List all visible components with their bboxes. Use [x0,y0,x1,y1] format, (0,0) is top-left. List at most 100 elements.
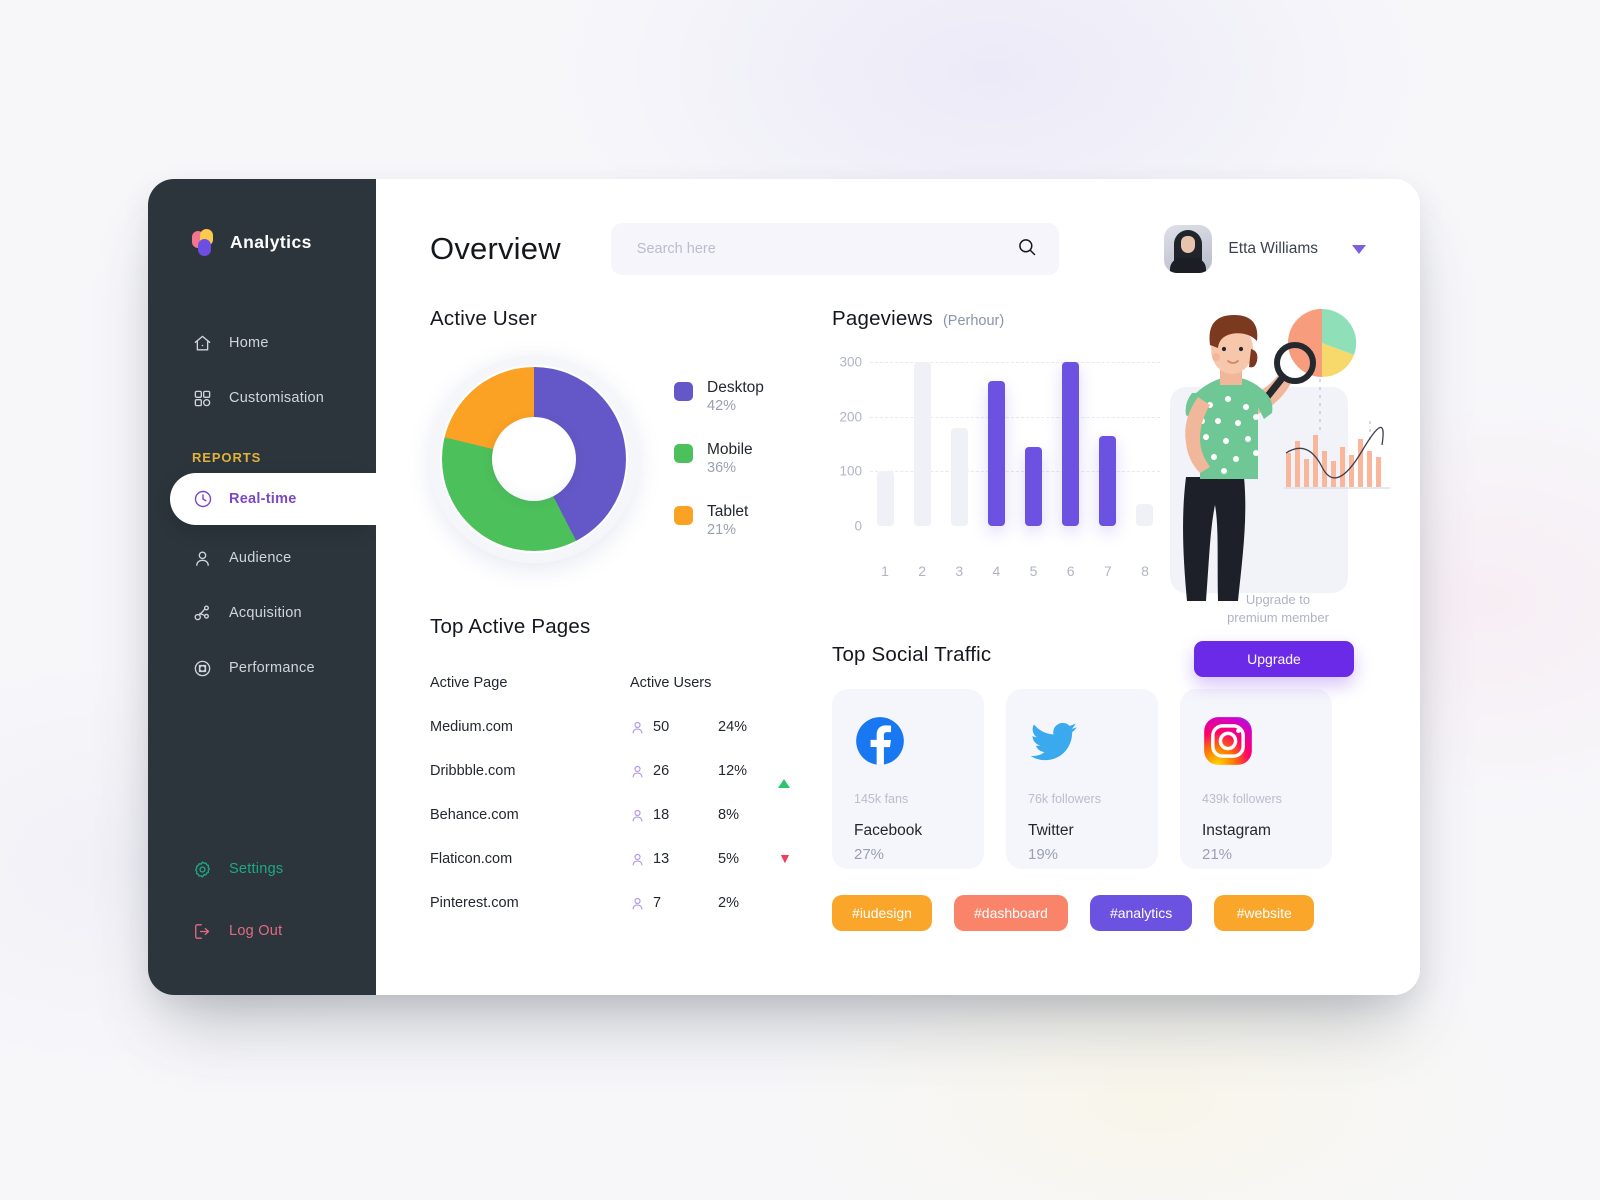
cell-users: 26 [630,763,718,779]
x-tick-label: 2 [918,563,927,579]
sidebar-item-label: Acquisition [229,605,302,621]
bar[interactable] [987,381,1005,526]
search-input[interactable] [636,241,1017,257]
user-icon [632,809,643,821]
social-name: Twitter [1028,822,1074,839]
legend-label: Desktop [707,379,764,396]
sidebar-item-performance[interactable]: Performance [148,646,376,690]
topbar: Overview Etta Williams [430,223,1366,275]
x-tick-label: 5 [1029,563,1038,579]
cell-page: Medium.com [430,719,513,735]
table-row[interactable]: Pinterest.com 7 2% [430,881,778,925]
legend-item-desktop: Desktop 42% [674,379,764,415]
social-followers: 439k followers [1202,792,1282,806]
cell-users-value: 7 [653,895,662,911]
sidebar-item-label: Real-time [229,491,297,507]
social-cards: 145k fans Facebook 27% 76k followers Twi… [832,689,1400,869]
cell-page: Dribbble.com [430,763,516,779]
sidebar-item-customisation[interactable]: Customisation [148,376,376,420]
y-tick-label: 200 [839,409,862,425]
bar[interactable] [876,471,894,526]
social-followers: 76k followers [1028,792,1101,806]
column-header-page: Active Page [430,675,508,691]
sidebar-item-label: Log Out [229,923,283,939]
home-icon [192,333,213,354]
bars [870,351,1160,526]
table-row[interactable]: Medium.com 50 24% [430,705,778,749]
hashtag-pill[interactable]: #iudesign [832,895,932,931]
bar[interactable] [1099,435,1117,526]
bar-column[interactable] [944,351,974,526]
bar-column[interactable] [1056,351,1086,526]
donut-hole [492,417,576,501]
content-grid: Active User Desktop 42% Mobile 36% Table… [430,307,1390,931]
user-icon [632,897,643,909]
sidebar-item-settings[interactable]: Settings [148,847,376,891]
bar-column[interactable] [870,351,900,526]
hashtag-pill[interactable]: #dashboard [954,895,1068,931]
legend-item-mobile: Mobile 36% [674,441,764,477]
search-bar[interactable] [610,223,1059,275]
bar[interactable] [913,361,931,526]
upgrade-button[interactable]: Upgrade [1194,641,1354,677]
pageviews-chart: 0 100 200 300 1 2 3 4 5 6 7 8 [832,331,1162,591]
bar-chart: 0 100 200 300 [832,351,1162,551]
bar[interactable] [1025,446,1043,526]
trend-down-icon: ▼ [778,850,792,866]
bar[interactable] [1062,361,1080,526]
cell-percentage: 12% [718,763,748,779]
sidebar-item-audience[interactable]: Audience [148,536,376,580]
table-header-row: Active Page Active Users [430,661,778,705]
active-user-title: Active User [430,307,538,330]
user-menu[interactable]: Etta Williams [1164,225,1366,273]
sidebar-item-label: Performance [229,660,315,676]
social-card-twitter[interactable]: 76k followers Twitter 19% [1006,689,1158,869]
top-pages-title: Top Active Pages [430,615,591,638]
plot-area [870,351,1160,526]
user-icon [192,548,213,569]
table-row[interactable]: Dribbble.com 26 12% [430,749,790,793]
sidebar-item-real-time[interactable]: Real-time [170,473,384,525]
donut-chart [430,355,638,563]
page-title: Overview [430,231,561,266]
table-row[interactable]: Flaticon.com 13 5% ▼ [430,837,792,881]
brand-name: Analytics [230,231,312,252]
sidebar-item-home[interactable]: Home [148,321,376,365]
x-tick-label: 1 [881,563,889,579]
hashtag-pill[interactable]: #website [1214,895,1315,931]
social-name: Instagram [1202,822,1271,839]
cell-page: Pinterest.com [430,895,519,911]
bar-column[interactable] [1130,351,1160,526]
sidebar: Analytics Home Customisation REPORTS Rea… [148,179,384,995]
bar-column[interactable] [907,351,937,526]
table-row[interactable]: Behance.com 18 8% [430,793,778,837]
social-card-facebook[interactable]: 145k fans Facebook 27% [832,689,984,869]
bar-column[interactable] [1019,351,1049,526]
active-user-chart: Desktop 42% Mobile 36% Tablet 21% [430,355,830,563]
social-followers: 145k fans [854,792,909,806]
y-tick-label: 100 [839,463,862,479]
cell-trend: ▼ [778,850,802,868]
bar[interactable] [950,427,968,526]
cell-percentage: 5% [718,851,739,867]
promo-line-1: Upgrade to [1245,592,1311,607]
x-tick-label: 7 [1103,563,1112,579]
analyst-illustration [1183,308,1390,601]
sidebar-item-logout[interactable]: Log Out [148,909,376,953]
search-icon[interactable] [1017,237,1037,262]
bar-column[interactable] [981,351,1011,526]
bar[interactable] [1136,504,1154,526]
hashtag-pill[interactable]: #analytics [1089,895,1193,931]
gear-icon [192,859,213,880]
instagram-icon [1202,717,1254,771]
user-icon [632,721,643,733]
sidebar-item-acquisition[interactable]: Acquisition [148,591,376,635]
social-card-instagram[interactable]: 439k followers Instagram 21% [1180,689,1332,869]
cell-users-value: 26 [653,763,670,779]
pageviews-subtitle: (Perhour) [942,313,1005,329]
sidebar-section-reports: REPORTS [192,450,262,465]
chevron-down-icon[interactable] [1352,244,1366,254]
facebook-icon [854,717,906,771]
cell-users: 7 [630,895,718,911]
bar-column[interactable] [1093,351,1123,526]
